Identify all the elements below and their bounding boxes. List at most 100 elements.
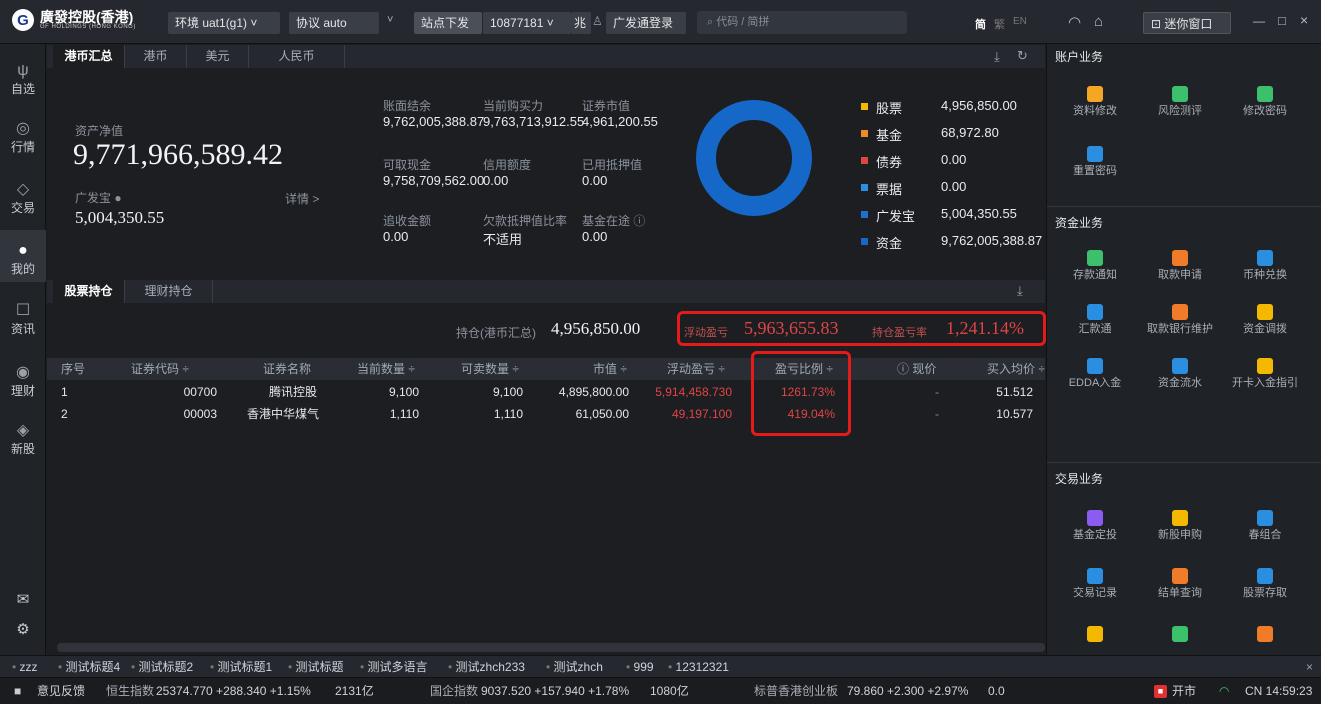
service-item[interactable]: 资料修改 (1055, 86, 1135, 118)
service-icon (1172, 250, 1188, 266)
lang-simplified[interactable]: 简 (975, 16, 986, 32)
refresh-icon[interactable]: ↻ (1017, 48, 1028, 64)
service-item[interactable]: 取款申请 (1140, 250, 1220, 282)
nav-mine[interactable]: ● 我的 (0, 230, 46, 282)
service-item[interactable]: 币种兑换 (1225, 250, 1305, 282)
service-item[interactable]: 存款通知 (1055, 250, 1135, 282)
ticker-item[interactable]: • 测试标题 (288, 656, 344, 678)
ticker-item[interactable]: • 测试多语言 (360, 656, 428, 678)
tab-hkd-summary[interactable]: 港币汇总 (53, 45, 125, 68)
col-float-pnl[interactable]: 浮动盈亏 ÷ (667, 358, 725, 380)
field-label: 欠款抵押值比率 (483, 214, 568, 228)
service-item[interactable]: 股票存取 (1225, 568, 1305, 600)
ticker-item[interactable]: • zzz (12, 656, 38, 678)
service-item[interactable]: 新股申购 (1140, 510, 1220, 542)
service-item[interactable]: 开卡入金指引 (1225, 358, 1305, 390)
nav-quotes[interactable]: ◎ 行情 (0, 120, 46, 155)
col-price[interactable]: ⓘ 现价 (897, 358, 936, 380)
account-select[interactable]: 10877181 ˅ (483, 12, 571, 34)
pnl-rate-label: 持仓盈亏率 (872, 327, 927, 339)
service-item[interactable]: 风险测评 (1140, 86, 1220, 118)
col-avg-cost[interactable]: 买入均价 ÷ (987, 358, 1045, 380)
feedback-icon[interactable]: ■ (14, 678, 21, 704)
nav-news[interactable]: ☐ 资讯 (0, 302, 46, 337)
tab-stock-holdings[interactable]: 股票持仓 (53, 280, 125, 303)
ticker-item[interactable]: • 测试标题4 (58, 656, 120, 678)
nav-trade[interactable]: ◇ 交易 (0, 181, 46, 216)
feedback-link[interactable]: 意见反馈 (37, 678, 85, 704)
legend-swatch (861, 184, 868, 191)
lang-traditional[interactable]: 繁 (994, 16, 1005, 32)
detail-link[interactable]: 详情 > (285, 190, 319, 207)
service-item[interactable]: 汇款通 (1055, 304, 1135, 336)
service-item[interactable]: 重置密码 (1055, 146, 1135, 178)
service-label: 基金定投 (1073, 529, 1117, 541)
gem-name[interactable]: 标普香港创业板 (754, 678, 838, 704)
download-icon[interactable]: ⤓ (994, 49, 1000, 65)
nav-watchlist[interactable]: ψ 自选 (0, 62, 46, 97)
service-item[interactable]: 资金流水 (1140, 358, 1220, 390)
search-input[interactable]: ⌕ 代码 / 简拼 (697, 11, 907, 34)
col-qty[interactable]: 当前数量 ÷ (357, 358, 415, 380)
ticker-text: 测试标题 (295, 660, 344, 674)
table-row[interactable]: 1 00700 腾讯控股 9,100 9,100 4,895,800.00 5,914,45… (47, 381, 1045, 403)
login-button[interactable]: 广发通登录 (606, 12, 686, 34)
cell-name: 腾讯控股 (268, 385, 317, 399)
ticker-item[interactable]: • 测试zhch (546, 656, 603, 678)
headset-icon[interactable]: ◠ (1068, 13, 1081, 31)
field-value: 不适用 (483, 232, 523, 247)
lang-english[interactable]: EN (1013, 16, 1027, 27)
service-item[interactable] (1225, 626, 1305, 645)
service-item[interactable] (1140, 626, 1220, 645)
hsi-name[interactable]: 恒生指数 (106, 678, 154, 704)
service-item[interactable]: 交易记录 (1055, 568, 1135, 600)
section-divider (1047, 206, 1321, 207)
minimize-button[interactable]: — (1253, 14, 1265, 28)
tab-hkd[interactable]: 港币 (125, 45, 187, 68)
help-icon[interactable]: ⓘ (633, 214, 645, 228)
tab-usd[interactable]: 美元 (187, 45, 249, 68)
ticker-item[interactable]: • 测试标题1 (210, 656, 272, 678)
protocol-caret-icon[interactable]: ˅ (387, 14, 393, 26)
hscei-name[interactable]: 国企指数 (430, 678, 478, 704)
service-item[interactable]: 基金定投 (1055, 510, 1135, 542)
service-item[interactable] (1055, 626, 1135, 645)
col-code[interactable]: 证券代码 ÷ (131, 358, 189, 380)
logo-mark: G (12, 9, 34, 31)
nav-wealth[interactable]: ◉ 理财 (0, 364, 46, 399)
mail-icon[interactable]: ✉ (0, 590, 46, 608)
service-item[interactable]: 修改密码 (1225, 86, 1305, 118)
shirt-icon[interactable]: ⌂ (1094, 13, 1103, 30)
ticker-close-button[interactable]: × (1306, 656, 1313, 678)
service-item[interactable]: EDDA入金 (1055, 358, 1135, 390)
station-button[interactable]: 站点下发 (414, 12, 482, 34)
ticker-item[interactable]: • 测试标题2 (131, 656, 193, 678)
env-select[interactable]: 环境 uat1(g1) ˅ (168, 12, 280, 34)
export-icon[interactable]: ⤓ (1017, 283, 1023, 299)
service-item[interactable]: 取款银行维护 (1140, 304, 1220, 336)
settings-icon[interactable]: ⚙ (0, 620, 46, 638)
close-button[interactable]: × (1300, 12, 1308, 28)
service-item[interactable]: 结单查询 (1140, 568, 1220, 600)
table-row[interactable]: 2 00003 香港中华煤气 1,110 1,110 61,050.00 49,197.10… (47, 403, 1045, 425)
tab-cny[interactable]: 人民币 (249, 45, 345, 68)
service-item[interactable]: 资金调拨 (1225, 304, 1305, 336)
gfb-label[interactable]: 广发宝 ● (75, 189, 122, 206)
field-label: 追收金额 (383, 214, 432, 228)
horizontal-scrollbar[interactable] (57, 643, 1045, 652)
maximize-button[interactable]: □ (1278, 13, 1286, 28)
ticker-item[interactable]: • 测试zhch233 (448, 656, 525, 678)
ticker-item[interactable]: • 999 (626, 656, 654, 678)
col-sellable[interactable]: 可卖数量 ÷ (461, 358, 519, 380)
ticker-item[interactable]: • 12312321 (668, 656, 729, 678)
ticker-bullet-icon: • (12, 660, 20, 674)
col-market-value[interactable]: 市值 ÷ (593, 358, 627, 380)
nav-ipo[interactable]: ◈ 新股 (0, 422, 46, 457)
mini-window-button[interactable]: ⊡ 迷你窗口 (1143, 12, 1231, 34)
mini-window-label: 迷你窗口 (1164, 17, 1213, 31)
tab-wealth-holdings[interactable]: 理财持仓 (125, 280, 213, 303)
donut-ring (696, 100, 812, 216)
protocol-select[interactable]: 协议 auto (289, 12, 379, 34)
ticker-bullet-icon: • (131, 660, 139, 674)
service-item[interactable]: 春组合 (1225, 510, 1305, 542)
